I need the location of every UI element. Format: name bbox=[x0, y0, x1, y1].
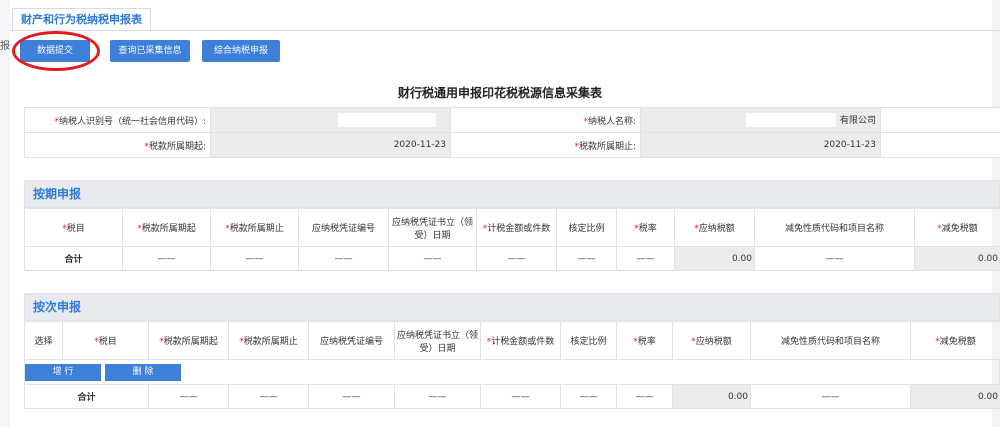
taxpayer-id-field[interactable] bbox=[210, 107, 451, 133]
per-item-header-row: 选择 *税目 *税款所属期起 *税款所属期止 应纳税凭证编号 应纳税凭证书立（领… bbox=[24, 321, 1000, 360]
col-header: 核定比例 bbox=[560, 321, 617, 360]
comprehensive-declare-button[interactable]: 综合纳税申报 bbox=[202, 40, 280, 62]
info-filler bbox=[880, 132, 1000, 158]
taxpayer-name-label: *纳税人名称: bbox=[450, 107, 641, 133]
col-header: 应纳税凭证书立（领受）日期 bbox=[388, 208, 477, 247]
dash-cell: —— bbox=[616, 384, 673, 409]
side-label: 报 bbox=[0, 41, 10, 52]
tax-total-value: 0.00 bbox=[672, 384, 751, 409]
period-end-label: *税款所属期止: bbox=[450, 132, 641, 158]
per-item-table: 选择 *税目 *税款所属期起 *税款所属期止 应纳税凭证编号 应纳税凭证书立（领… bbox=[24, 321, 1000, 360]
periodic-total-row: 合计 —— —— —— —— —— —— —— 0.00 —— 0.00 bbox=[24, 246, 1000, 271]
periodic-section: 按期申报 *税目 *税款所属期起 *税款所属期止 应纳税凭证编号 应纳税凭证书立… bbox=[24, 180, 1000, 271]
dash-cell: —— bbox=[298, 246, 389, 271]
period-start-field[interactable]: 2020-11-23 bbox=[210, 132, 451, 158]
dash-cell: —— bbox=[394, 384, 481, 409]
dash-cell: —— bbox=[750, 384, 911, 409]
tab-property-behavior-tax[interactable]: 财产和行为税纳税申报表 bbox=[12, 8, 151, 31]
col-header: 应纳税凭证编号 bbox=[298, 208, 389, 247]
col-header: *税款所属期起 bbox=[148, 321, 229, 360]
col-header: *应纳税额 bbox=[672, 321, 751, 360]
dash-cell: —— bbox=[122, 246, 211, 271]
col-header: *税率 bbox=[616, 208, 675, 247]
delete-row-button[interactable]: 删 除 bbox=[105, 363, 181, 381]
taxpayer-name-field[interactable]: 有限公司 bbox=[640, 107, 881, 133]
per-item-section-title: 按次申报 bbox=[24, 293, 1000, 321]
col-header: *税目 bbox=[24, 208, 123, 247]
col-header: 应纳税凭证书立（领受）日期 bbox=[394, 321, 481, 360]
col-header: *减免税额 bbox=[910, 321, 1000, 360]
col-header: 减免性质代码和项目名称 bbox=[754, 208, 915, 247]
relief-total-value: 0.00 bbox=[914, 246, 1000, 271]
dash-cell: —— bbox=[556, 246, 617, 271]
dash-cell: —— bbox=[210, 246, 299, 271]
col-header: *税款所属期起 bbox=[122, 208, 211, 247]
col-header: *计税金额或件数 bbox=[476, 208, 557, 247]
periodic-table: *税目 *税款所属期起 *税款所属期止 应纳税凭证编号 应纳税凭证书立（领受）日… bbox=[24, 208, 1000, 271]
col-header: *税款所属期止 bbox=[210, 208, 299, 247]
col-header: *税目 bbox=[62, 321, 149, 360]
taxpayer-info-table: *纳税人识别号（统一社会信用代码）: *纳税人名称: 有限公司 *税款所属期起:… bbox=[24, 107, 1000, 158]
dash-cell: —— bbox=[754, 246, 915, 271]
periodic-header-row: *税目 *税款所属期起 *税款所属期止 应纳税凭证编号 应纳税凭证书立（领受）日… bbox=[24, 208, 1000, 247]
dash-cell: —— bbox=[308, 384, 395, 409]
total-label: 合计 bbox=[24, 384, 149, 409]
dash-cell: —— bbox=[616, 246, 675, 271]
dash-cell: —— bbox=[228, 384, 309, 409]
period-start-label: *税款所属期起: bbox=[24, 132, 211, 158]
col-header-select: 选择 bbox=[24, 321, 63, 360]
col-header: *税率 bbox=[616, 321, 673, 360]
total-label: 合计 bbox=[24, 246, 123, 271]
col-header: *减免税额 bbox=[914, 208, 1000, 247]
taxpayer-id-label: *纳税人识别号（统一社会信用代码）: bbox=[24, 107, 211, 133]
add-row-button[interactable]: 增 行 bbox=[25, 363, 101, 381]
col-header: *税款所属期止 bbox=[228, 321, 309, 360]
dash-cell: —— bbox=[560, 384, 617, 409]
relief-total-value: 0.00 bbox=[910, 384, 1000, 409]
per-item-total-row: 合计 —— —— —— —— —— —— —— 0.00 —— 0.00 bbox=[24, 384, 1000, 409]
col-header: *计税金额或件数 bbox=[480, 321, 561, 360]
period-end-field[interactable]: 2020-11-23 bbox=[640, 132, 881, 158]
col-header: 减免性质代码和项目名称 bbox=[750, 321, 911, 360]
tax-total-value: 0.00 bbox=[674, 246, 755, 271]
left-panel-edge bbox=[0, 0, 10, 427]
periodic-section-title: 按期申报 bbox=[24, 180, 1000, 208]
dash-cell: —— bbox=[480, 384, 561, 409]
dash-cell: —— bbox=[148, 384, 229, 409]
per-item-total-table: 合计 —— —— —— —— —— —— —— 0.00 —— 0.00 bbox=[24, 384, 1000, 409]
col-header: 应纳税凭证编号 bbox=[308, 321, 395, 360]
dash-cell: —— bbox=[476, 246, 557, 271]
col-header: *应纳税额 bbox=[674, 208, 755, 247]
dash-cell: —— bbox=[388, 246, 477, 271]
submit-data-button[interactable]: 数据提交 bbox=[20, 40, 90, 62]
col-header: 核定比例 bbox=[556, 208, 617, 247]
tab-divider bbox=[10, 30, 1000, 31]
query-collected-button[interactable]: 查询已采集信息 bbox=[110, 40, 190, 62]
per-item-section: 按次申报 选择 *税目 *税款所属期起 *税款所属期止 应纳税凭证编号 应纳税凭… bbox=[24, 293, 1000, 409]
form-title: 财行税通用申报印花税税源信息采集表 bbox=[397, 86, 602, 100]
info-filler bbox=[880, 107, 1000, 133]
row-action-bar: 增 行 删 除 bbox=[24, 360, 1000, 384]
